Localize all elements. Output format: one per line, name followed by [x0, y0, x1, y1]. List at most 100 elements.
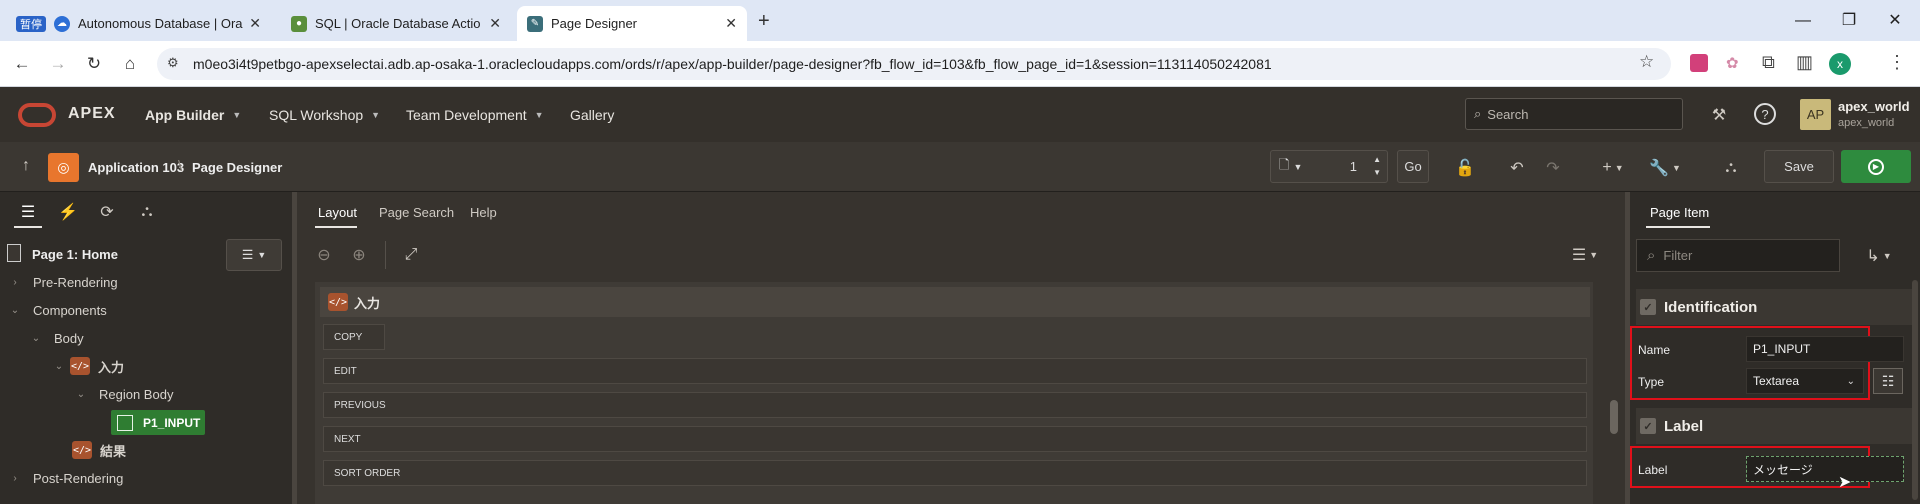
center-scrollbar[interactable]: [1610, 400, 1618, 434]
go-button[interactable]: Go: [1397, 150, 1429, 183]
tree-menu-button[interactable]: ☰ ▼: [226, 239, 282, 271]
redo-icon[interactable]: ↷: [1542, 157, 1564, 179]
page-designer-toolbar: [0, 142, 1920, 192]
apex-search-input[interactable]: ⌕ Search: [1465, 98, 1683, 130]
zoom-out-icon[interactable]: ⊖: [313, 244, 335, 266]
close-window-icon[interactable]: ✕: [1872, 10, 1918, 30]
property-filter-input[interactable]: ⌕ Filter: [1636, 239, 1840, 272]
chevron-down-icon: ▼: [371, 109, 381, 120]
browser-menu-icon[interactable]: ⋮: [1888, 52, 1906, 73]
right-scrollbar[interactable]: [1912, 280, 1918, 500]
breadcrumb-page-designer: Page Designer: [192, 160, 283, 175]
section-identification[interactable]: ✓ Identification: [1636, 289, 1914, 325]
tab-page-item[interactable]: Page Item: [1650, 205, 1709, 220]
paused-badge: 暂停: [16, 15, 46, 32]
undo-icon[interactable]: ↶: [1506, 157, 1528, 179]
tab-help[interactable]: Help: [470, 205, 497, 220]
restore-icon[interactable]: ❐: [1826, 10, 1872, 30]
tree-node-pre-rendering[interactable]: › Pre-Rendering: [0, 269, 117, 295]
page-stepper-icon[interactable]: ▲ ▼: [1373, 153, 1381, 179]
processing-tab-icon[interactable]: ⟳: [97, 202, 117, 222]
type-select[interactable]: Textarea ⌄: [1746, 368, 1864, 394]
page-selector[interactable]: 🗋 ▼ 1 ▲ ▼: [1270, 150, 1388, 183]
layout-menu-icon[interactable]: ☰ ▼: [1568, 244, 1602, 266]
menu-team-development[interactable]: Team Development ▼: [406, 87, 544, 142]
create-menu-icon[interactable]: + ▼: [1596, 157, 1630, 179]
expand-icon[interactable]: ⤢: [400, 244, 422, 266]
tree-node-post-rendering[interactable]: › Post-Rendering: [0, 465, 123, 491]
mouse-cursor-icon: ➤: [1838, 474, 1852, 491]
search-icon: ⌕: [1474, 106, 1482, 121]
breadcrumb-application[interactable]: Application 103: [88, 160, 184, 175]
tree-node-item-selected[interactable]: P1_INPUT: [111, 410, 205, 435]
url-field[interactable]: ⚙ m0eo3i4t9petbgo-apexselectai.adb.ap-os…: [157, 48, 1671, 80]
menu-gallery[interactable]: Gallery: [570, 87, 614, 142]
page-title[interactable]: Page 1: Home: [32, 247, 118, 262]
extensions-puzzle-icon[interactable]: ⧉: [1762, 52, 1775, 73]
user-name[interactable]: apex_world: [1838, 99, 1910, 114]
menu-sql-workshop[interactable]: SQL Workshop ▼: [269, 87, 380, 142]
minimize-icon[interactable]: —: [1780, 12, 1826, 30]
extension-icon[interactable]: [1690, 54, 1708, 72]
tree-node-region-body[interactable]: ⌄ Region Body: [0, 381, 174, 407]
save-button[interactable]: Save: [1764, 150, 1834, 183]
search-icon: ⌕: [1647, 247, 1656, 264]
label-field[interactable]: メッセージ: [1746, 456, 1904, 482]
run-page-button[interactable]: ▶: [1841, 150, 1911, 183]
browser-tab-page-designer[interactable]: ✎ Page Designer ✕: [517, 6, 747, 41]
tree-item-label: P1_INPUT: [143, 415, 201, 430]
close-tab-icon[interactable]: ✕: [725, 15, 737, 32]
zoom-in-icon[interactable]: ⊕: [348, 244, 370, 266]
home-icon[interactable]: ⌂: [119, 53, 141, 75]
tab-layout[interactable]: Layout: [318, 205, 357, 220]
reload-icon[interactable]: ↻: [83, 53, 105, 75]
bookmark-star-icon[interactable]: ☆: [1639, 52, 1654, 72]
type-list-icon[interactable]: ☷: [1873, 368, 1903, 394]
new-tab-icon[interactable]: +: [758, 10, 770, 33]
page-number-input[interactable]: 1: [1350, 159, 1357, 174]
browser-tab-autonomous-db[interactable]: 暂停 ☁ Autonomous Database | Ora ✕: [6, 6, 271, 41]
help-icon[interactable]: ?: [1754, 103, 1776, 125]
go-to-group-icon[interactable]: ↳ ▼: [1862, 245, 1896, 267]
oracle-logo-icon[interactable]: [18, 103, 56, 127]
close-tab-icon[interactable]: ✕: [489, 15, 501, 32]
collapse-check-icon: ✓: [1640, 299, 1656, 315]
tree-node-region-result[interactable]: </> 結果: [0, 437, 126, 463]
layout-button-previous[interactable]: PREVIOUS: [323, 392, 1587, 418]
type-label: Type: [1638, 375, 1665, 389]
utilities-icon[interactable]: 🔧 ▼: [1648, 157, 1682, 179]
administration-icon[interactable]: ⚒: [1706, 103, 1732, 127]
region-input-header[interactable]: </> 入力: [320, 287, 1590, 317]
textarea-item-icon: [117, 414, 133, 431]
forward-icon[interactable]: →: [47, 53, 69, 75]
browser-tab-sql[interactable]: ● SQL | Oracle Database Actio ✕: [281, 6, 511, 41]
menu-app-builder[interactable]: App Builder ▼: [145, 87, 241, 142]
tree-node-body[interactable]: ⌄ Body: [0, 325, 84, 351]
layout-button-next[interactable]: NEXT: [323, 426, 1587, 452]
section-label[interactable]: ✓ Label: [1636, 408, 1914, 444]
layout-button-copy[interactable]: COPY: [323, 324, 385, 350]
application-icon[interactable]: ◎: [48, 153, 79, 182]
sidebar-icon[interactable]: ▥: [1796, 52, 1813, 73]
layout-button-edit[interactable]: EDIT: [323, 358, 1587, 384]
user-avatar[interactable]: AP: [1800, 99, 1831, 130]
tab-label: SQL | Oracle Database Actio: [315, 16, 481, 31]
profile-avatar[interactable]: x: [1829, 53, 1851, 75]
tree-node-components[interactable]: ⌄ Components: [0, 297, 107, 323]
close-tab-icon[interactable]: ✕: [249, 15, 261, 32]
extension2-icon[interactable]: ✿: [1726, 54, 1744, 72]
tree-node-region-input[interactable]: ⌄ </> 入力: [0, 353, 124, 379]
search-placeholder: Search: [1487, 106, 1529, 122]
shared-components-tab-icon[interactable]: ⛬: [137, 202, 157, 222]
rendering-tab-icon[interactable]: ☰: [18, 202, 38, 222]
site-info-icon[interactable]: ⚙: [167, 55, 179, 71]
lock-page-icon[interactable]: 🔓: [1454, 157, 1476, 179]
region-code-icon: </>: [72, 441, 92, 459]
shared-components-icon[interactable]: ⛬: [1720, 157, 1742, 179]
dynamic-actions-tab-icon[interactable]: ⚡: [58, 202, 78, 222]
name-field[interactable]: P1_INPUT: [1746, 336, 1904, 362]
up-arrow-icon[interactable]: ↑: [16, 156, 36, 176]
tab-page-search[interactable]: Page Search: [379, 205, 454, 220]
layout-button-sort-order[interactable]: SORT ORDER: [323, 460, 1587, 486]
back-icon[interactable]: ←: [11, 53, 33, 75]
